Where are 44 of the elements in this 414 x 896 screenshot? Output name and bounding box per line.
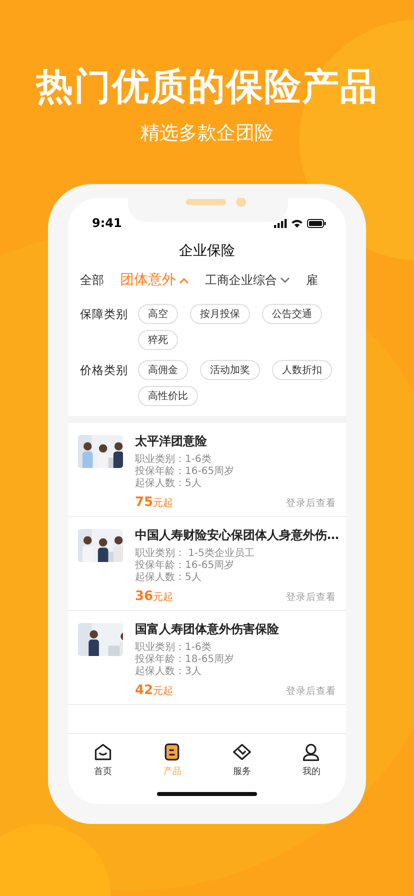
category-tab[interactable]: 全部 bbox=[80, 272, 104, 288]
product-info: 起保人数：5人 bbox=[135, 478, 202, 490]
battery-icon bbox=[307, 218, 326, 228]
filter-tag[interactable]: 公告交通 bbox=[262, 304, 322, 324]
product-card[interactable]: 国富人寿团体意外伤害保险 职业类别：1-6类 投保年龄：18-65周岁 起保人数：3人 42元起 登录后查看 bbox=[68, 611, 346, 705]
filter-tag[interactable]: 猝死 bbox=[138, 330, 178, 350]
filter-tag[interactable]: 高佣金 bbox=[138, 360, 188, 380]
product-card[interactable]: 中国人寿财险安心保团体人身意外伤… 职业类别： 1-5类企业员工 投保年龄：16-65周岁 起保人数：5人 36元起 登录后查看 bbox=[68, 517, 346, 611]
product-info: 职业类别： 1-5类企业员工 bbox=[135, 548, 256, 560]
product-info: 职业类别：1-6类 bbox=[135, 642, 212, 654]
filter-tag[interactable]: 高空 bbox=[138, 304, 178, 324]
product-price: 42元起 bbox=[135, 682, 174, 698]
product-info: 起保人数：5人 bbox=[135, 572, 202, 584]
filter-label: 保障类别 bbox=[80, 306, 128, 323]
product-name: 国富人寿团体意外伤害保险 bbox=[135, 621, 280, 638]
product-card[interactable]: 太平洋团意险 职业类别：1-6类 投保年龄：16-65周岁 起保人数：5人 75元起 登录后查看 bbox=[68, 423, 346, 517]
product-price: 75元起 bbox=[135, 494, 174, 510]
filter-label: 价格类别 bbox=[80, 362, 128, 379]
product-info: 职业类别：1-6类 bbox=[135, 454, 212, 466]
product-info: 起保人数：3人 bbox=[135, 666, 202, 678]
home-icon bbox=[92, 742, 113, 762]
tab-bar-item[interactable]: 服务 bbox=[232, 742, 252, 778]
filter-tag[interactable]: 人数折扣 bbox=[272, 360, 332, 380]
wifi-icon bbox=[291, 218, 303, 228]
product-info: 投保年龄：16-65周岁 bbox=[135, 560, 236, 572]
diamond-icon bbox=[232, 742, 252, 762]
product-price: 36元起 bbox=[135, 588, 174, 604]
status-time: 9:41 bbox=[92, 216, 122, 230]
product-name: 中国人寿财险安心保团体人身意外伤… bbox=[135, 527, 336, 544]
person-icon bbox=[301, 742, 322, 762]
signal-icon bbox=[274, 218, 287, 228]
product-name: 太平洋团意险 bbox=[135, 433, 208, 450]
filter-tag[interactable]: 活动加奖 bbox=[200, 360, 260, 380]
subtitle: 精选多款企团险 bbox=[140, 121, 274, 146]
filter-tag[interactable]: 按月投保 bbox=[190, 304, 250, 324]
filter-tag[interactable]: 高性价比 bbox=[138, 386, 198, 406]
headline: 热门优质的保险产品 bbox=[36, 64, 378, 110]
tab-bar-item[interactable]: 我的 bbox=[301, 742, 322, 778]
category-tab[interactable]: 工商企业综合 bbox=[205, 272, 290, 288]
product-info: 投保年龄：16-65周岁 bbox=[135, 466, 236, 478]
category-tab[interactable]: 雇 bbox=[306, 272, 318, 288]
product-info: 投保年龄：18-65周岁 bbox=[135, 654, 236, 666]
page-title: 企业保险 bbox=[178, 242, 236, 261]
tab-bar-item[interactable]: 首页 bbox=[92, 742, 113, 778]
